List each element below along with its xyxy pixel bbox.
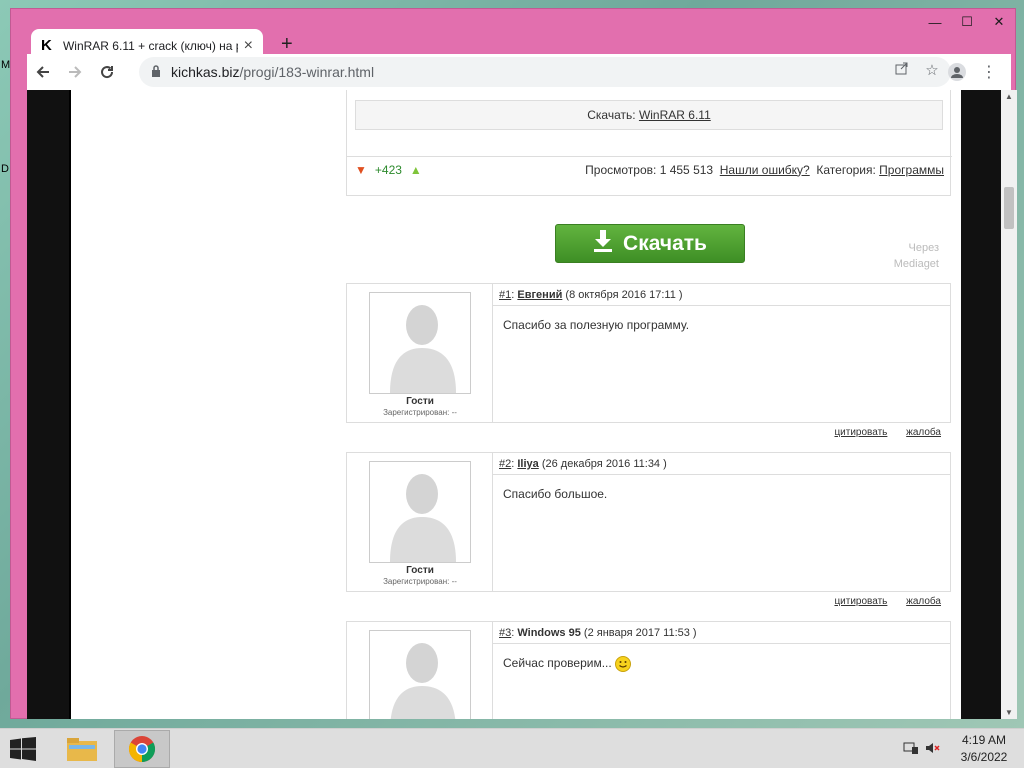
system-tray: 4:19 AM 3/6/2022 bbox=[900, 729, 1024, 768]
stats-bar: ▼ +423 ▲ Просмотров: 1 455 513 Нашли оши… bbox=[347, 156, 952, 182]
network-icon[interactable] bbox=[900, 741, 922, 758]
profile-avatar-icon[interactable] bbox=[941, 56, 973, 88]
user-group: Гости bbox=[406, 396, 434, 407]
comment-header: #3: Windows 95 (2 января 2017 11:53 ) bbox=[493, 622, 950, 644]
download-info-box: Скачать: WinRAR 6.11 ▼ +423 ▲ Просмотров… bbox=[346, 90, 952, 196]
download-link[interactable]: WinRAR 6.11 bbox=[639, 108, 711, 122]
category-link[interactable]: Программы bbox=[879, 163, 944, 177]
comment: #3: Windows 95 (2 января 2017 11:53 ) Се… bbox=[346, 621, 951, 719]
comment-text: Спасибо большое. bbox=[503, 487, 608, 501]
volume-muted-icon[interactable] bbox=[922, 741, 944, 758]
comment-number-link[interactable]: #1 bbox=[499, 289, 511, 301]
browser-toolbar: kichkas.biz/progi/183-winrar.html ☆ ⋮ bbox=[27, 54, 1011, 90]
download-icon bbox=[593, 229, 613, 258]
new-tab-button[interactable]: + bbox=[281, 33, 293, 56]
registered-label: Зарегистрирован: -- bbox=[383, 408, 457, 417]
reload-icon[interactable] bbox=[91, 56, 123, 88]
category-label: Категория: bbox=[816, 162, 876, 177]
address-bar[interactable]: kichkas.biz/progi/183-winrar.html ☆ bbox=[139, 57, 951, 87]
comment-date: (26 декабря 2016 11:34 ) bbox=[541, 458, 667, 470]
comment-actions: цитировать жалоба bbox=[346, 596, 951, 607]
comment-header: #2: Iliya (26 декабря 2016 11:34 ) bbox=[493, 453, 950, 475]
scrollbar-thumb[interactable] bbox=[1004, 187, 1014, 229]
avatar bbox=[369, 630, 471, 719]
registered-label: Зарегистрирован: -- bbox=[383, 577, 457, 586]
site-body: Скачать: WinRAR 6.11 ▼ +423 ▲ Просмотров… bbox=[71, 90, 961, 719]
download-line: Скачать: WinRAR 6.11 bbox=[355, 100, 943, 130]
comment-number-link[interactable]: #3 bbox=[499, 627, 511, 639]
clock-date: 3/6/2022 bbox=[960, 750, 1008, 764]
vote-up-icon[interactable]: ▲ bbox=[410, 163, 422, 177]
comment-date: (8 октября 2016 17:11 ) bbox=[565, 289, 683, 301]
browser-window: — ☐ ✕ K WinRAR 6.11 + crack (ключ) на р … bbox=[10, 8, 1017, 719]
via-mediaget: Через Mediaget bbox=[894, 240, 939, 272]
views-count: 1 455 513 bbox=[659, 162, 714, 177]
report-error-link[interactable]: Нашли ошибку? bbox=[720, 163, 810, 177]
comment-author-panel: Гости Зарегистрирован: -- bbox=[347, 453, 493, 591]
share-icon[interactable] bbox=[887, 61, 917, 79]
avatar bbox=[369, 461, 471, 563]
minimize-button[interactable]: — bbox=[919, 9, 951, 35]
download-button-label: Скачать bbox=[623, 231, 707, 255]
window-controls: — ☐ ✕ bbox=[919, 9, 1015, 37]
page-viewport: Скачать: WinRAR 6.11 ▼ +423 ▲ Просмотров… bbox=[27, 90, 1017, 719]
comment: Гости Зарегистрирован: -- #2: Iliya (26 … bbox=[346, 452, 951, 592]
comment: Гости Зарегистрирован: -- #1: Евгений (8… bbox=[346, 283, 951, 423]
tab-close-icon[interactable]: × bbox=[244, 37, 253, 55]
via-label: Через bbox=[908, 242, 940, 254]
vote-down-icon[interactable]: ▼ bbox=[355, 163, 367, 177]
download-prefix: Скачать: bbox=[587, 108, 636, 122]
menu-kebab-icon[interactable]: ⋮ bbox=[973, 56, 1005, 88]
comment-author: Windows 95 bbox=[517, 627, 581, 639]
back-arrow-icon[interactable] bbox=[27, 56, 59, 88]
via-service: Mediaget bbox=[893, 258, 939, 270]
comment-author-panel bbox=[347, 622, 493, 719]
scroll-up-icon[interactable]: ▲ bbox=[1005, 92, 1013, 101]
page-left-border bbox=[27, 90, 69, 719]
maximize-button[interactable]: ☐ bbox=[951, 9, 983, 35]
comment-author-link[interactable]: Iliya bbox=[517, 458, 538, 470]
comment-text-wrap: Сейчас проверим... bbox=[503, 656, 632, 672]
vertical-scrollbar[interactable]: ▲ ▼ bbox=[1001, 90, 1017, 719]
page-right-border bbox=[961, 90, 1001, 719]
comment-number-link[interactable]: #2 bbox=[499, 458, 511, 470]
url-domain: kichkas.biz bbox=[171, 64, 240, 80]
tab-title: WinRAR 6.11 + crack (ключ) на р bbox=[62, 38, 238, 53]
rating-value: +423 bbox=[374, 162, 402, 177]
scroll-down-icon[interactable]: ▼ bbox=[1005, 708, 1013, 717]
avatar bbox=[369, 292, 471, 394]
complain-link[interactable]: жалоба bbox=[906, 427, 941, 438]
forward-arrow-icon[interactable] bbox=[59, 56, 91, 88]
taskbar: 4:19 AM 3/6/2022 bbox=[0, 728, 1024, 768]
quote-link[interactable]: цитировать bbox=[834, 427, 887, 438]
site-favicon-icon: K bbox=[41, 37, 52, 54]
desktop-icon-label: M bbox=[1, 59, 11, 71]
close-window-button[interactable]: ✕ bbox=[983, 9, 1015, 35]
comment-text: Спасибо за полезную программу. bbox=[503, 318, 690, 332]
comment-author-link[interactable]: Евгений bbox=[517, 289, 562, 301]
url-path: /progi/183-winrar.html bbox=[239, 64, 375, 80]
chrome-taskbar-icon[interactable] bbox=[114, 730, 170, 768]
desktop-icon-label: D bbox=[1, 163, 9, 175]
views-label: Просмотров: bbox=[585, 162, 657, 177]
lock-icon[interactable] bbox=[151, 64, 161, 80]
comment-header: #1: Евгений (8 октября 2016 17:11 ) bbox=[493, 284, 950, 306]
complain-link[interactable]: жалоба bbox=[906, 596, 941, 607]
clock-time: 4:19 AM bbox=[961, 733, 1007, 747]
system-clock[interactable]: 4:19 AM 3/6/2022 bbox=[944, 732, 1024, 766]
file-explorer-icon[interactable] bbox=[54, 730, 110, 768]
download-button[interactable]: Скачать bbox=[555, 224, 745, 263]
comment-text: Сейчас проверим... bbox=[503, 656, 612, 671]
windows-start-icon[interactable] bbox=[8, 737, 38, 761]
quote-link[interactable]: цитировать bbox=[834, 596, 887, 607]
user-group: Гости bbox=[406, 565, 434, 576]
comment-author-panel: Гости Зарегистрирован: -- bbox=[347, 284, 493, 422]
comment-actions: цитировать жалоба bbox=[346, 427, 951, 438]
smiley-icon bbox=[615, 656, 632, 672]
comment-date: (2 января 2017 11:53 ) bbox=[583, 627, 697, 639]
